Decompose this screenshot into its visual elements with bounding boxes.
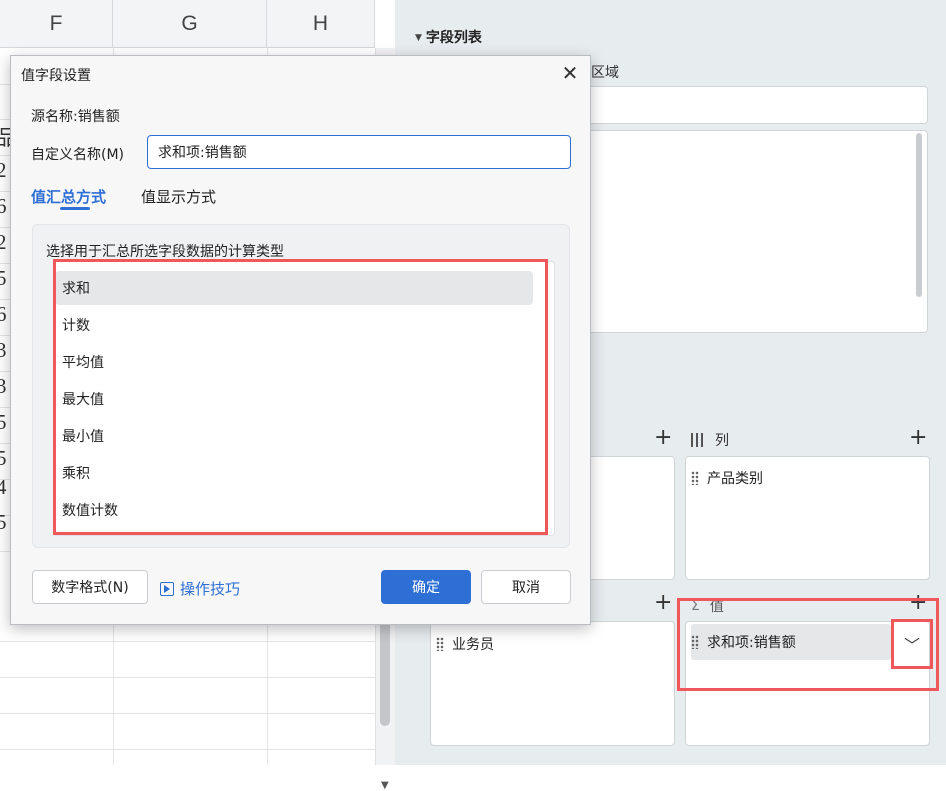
column-field-label: 产品类别 <box>707 471 763 487</box>
cell-fragment: 3 <box>0 338 7 362</box>
columns-icon <box>691 433 705 447</box>
play-icon <box>160 581 174 596</box>
grid-line <box>0 641 375 642</box>
field-list-scrollbar[interactable] <box>916 133 922 297</box>
ok-button[interactable]: 确定 <box>381 570 471 604</box>
cell-fragment: 4 <box>0 475 7 499</box>
cell-fragment: 5 <box>0 410 7 434</box>
cell-fragment: 2 <box>0 158 7 182</box>
cell-fragment: 5 <box>0 446 7 470</box>
cell-fragment: 2 <box>0 230 7 254</box>
close-icon[interactable]: ✕ <box>560 63 580 83</box>
cancel-button[interactable]: 取消 <box>481 570 571 604</box>
custom-name-input[interactable] <box>147 135 571 169</box>
source-name-text: 源名称:销售额 <box>31 109 120 125</box>
collapse-triangle-icon[interactable]: ▼ <box>415 33 422 43</box>
add-column-field-plus-icon[interactable]: + <box>909 427 927 449</box>
value-field-dropdown-button[interactable]: ﹀ <box>891 619 933 669</box>
grid-line <box>0 749 375 750</box>
columns-label: 列 <box>715 433 729 449</box>
tab-show-values-as[interactable]: 值显示方式 <box>141 186 216 207</box>
drag-handle-icon[interactable] <box>691 471 699 485</box>
grid-line <box>0 677 375 678</box>
custom-name-label: 自定义名称(M) <box>31 147 125 163</box>
tips-link[interactable]: 操作技巧 <box>160 578 240 599</box>
highlight-summary-list <box>53 259 548 535</box>
scrollbar-thumb[interactable] <box>380 608 390 726</box>
field-list-title: 字段列表 <box>425 30 482 46</box>
cell-fragment: 6 <box>0 194 7 218</box>
cell-fragment: 3 <box>0 374 7 398</box>
dialog-title: 值字段设置 <box>21 68 91 84</box>
grid-line <box>0 713 375 714</box>
number-format-button[interactable]: 数字格式(N) <box>32 570 148 604</box>
row-field-label: 业务员 <box>452 637 494 653</box>
field-list-header[interactable]: ▼ 字段列表 <box>415 27 482 47</box>
columns-zone-header: 列 <box>691 430 729 450</box>
value-field-settings-dialog: 值字段设置 ✕ 源名称:销售额 自定义名称(M) 值汇总方式 值显示方式 选择用… <box>10 55 591 625</box>
column-field-chip[interactable]: 产品类别 <box>691 468 763 488</box>
summary-type-prompt: 选择用于汇总所选字段数据的计算类型 <box>46 244 284 260</box>
drag-handle-icon[interactable] <box>436 637 444 651</box>
column-header-g[interactable]: G <box>113 0 267 48</box>
column-header-f[interactable]: F <box>0 0 113 48</box>
cell-fragment: 5 <box>0 266 7 290</box>
scroll-down-arrow-icon[interactable]: ▼ <box>381 780 389 791</box>
add-row-field-plus-icon[interactable]: + <box>654 427 672 449</box>
tab-summarize-by[interactable]: 值汇总方式 <box>31 186 106 207</box>
cell-fragment: 6 <box>0 302 7 326</box>
column-header-h[interactable]: H <box>267 0 375 48</box>
active-tab-underline <box>60 207 90 210</box>
cell-fragment: 5 <box>0 510 7 534</box>
row-field-chip[interactable]: 业务员 <box>436 634 494 654</box>
tips-label: 操作技巧 <box>180 580 241 598</box>
add-filter-field-plus-icon[interactable]: + <box>654 592 672 614</box>
chevron-down-icon: ﹀ <box>903 636 920 655</box>
